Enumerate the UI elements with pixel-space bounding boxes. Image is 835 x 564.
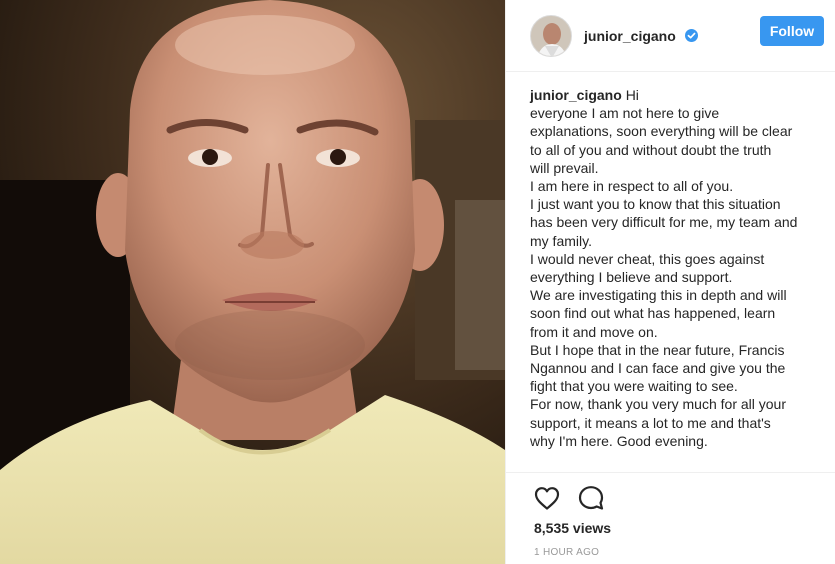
avatar[interactable] [530,14,572,57]
caption-text: For now, thank you very much for all you… [530,396,786,413]
caption-line: why I'm here. Good evening. [530,432,826,450]
caption-text: fight that you were waiting to see. [530,378,738,395]
caption-text: support, it means a lot to me and that's [530,414,771,431]
verified-badge-icon [684,28,698,42]
caption-line: I just want you to know that this situat… [530,195,826,213]
caption-line: everything I believe and support. [530,268,826,286]
video-frame-image [0,0,505,564]
caption-line: from it and move on. [530,323,826,341]
caption-line: will prevail. [530,159,826,177]
instagram-post: junior_cigano Follow junior_cigano Hi eve… [0,0,835,564]
caption-text: explanations, soon everything will be cl… [530,123,793,140]
author-username-text[interactable]: junior_cigano [584,28,676,44]
post-timestamp[interactable]: 1 HOUR AGO [534,547,599,558]
caption-line: my family. [530,232,826,250]
caption-text: But I hope that in the near future, Fran… [530,341,785,358]
caption-line: support, it means a lot to me and that's [530,414,826,432]
caption-text: We are investigating this in depth and w… [530,287,787,304]
caption-text: Ngannou and I can face and give you the [530,360,786,377]
caption-line: fight that you were waiting to see. [530,377,826,395]
caption-text: why I'm here. Good evening. [530,432,708,449]
post-caption: junior_cigano Hi everyone I am not here t… [530,86,826,450]
caption-line: I am here in respect to all of you. [530,177,826,195]
heart-icon[interactable] [532,483,562,513]
caption-line: explanations, soon everything will be cl… [530,122,826,140]
caption-text: I am here in respect to all of you. [530,178,734,195]
caption-line: We are investigating this in depth and w… [530,286,826,304]
view-count[interactable]: 8,535 views [534,520,611,536]
caption-text: will prevail. [530,159,599,176]
post-actions: 8,535 views 1 HOUR AGO [506,472,835,562]
caption-line: everyone I am not here to give [530,104,826,122]
caption-line: junior_cigano Hi [530,86,826,104]
caption-text: everyone I am not here to give [530,105,720,122]
caption-text: everything I believe and support. [530,269,733,286]
post-side-panel: junior_cigano Follow junior_cigano Hi eve… [505,0,835,564]
caption-line: For now, thank you very much for all you… [530,395,826,413]
caption-text: my family. [530,232,592,249]
comment-bubble-icon[interactable] [576,483,606,513]
caption-text: soon find out what has happened, learn [530,305,776,322]
caption-text: I just want you to know that this situat… [530,196,781,213]
post-video[interactable] [0,0,505,564]
caption-text: from it and move on. [530,323,658,340]
caption-line: I would never cheat, this goes against [530,250,826,268]
caption-line: Ngannou and I can face and give you the [530,359,826,377]
caption-username[interactable]: junior_cigano [530,87,622,103]
caption-text: Hi [625,87,639,103]
post-header: junior_cigano Follow [506,0,835,72]
caption-text: I would never cheat, this goes against [530,250,765,267]
caption-line: soon find out what has happened, learn [530,304,826,322]
caption-line: But I hope that in the near future, Fran… [530,341,826,359]
caption-text: has been very difficult for me, my team … [530,214,798,231]
follow-button[interactable]: Follow [760,16,824,46]
author-username[interactable]: junior_cigano [584,28,698,44]
caption-line: has been very difficult for me, my team … [530,213,826,231]
avatar-image [531,15,571,56]
caption-line: to all of you and without doubt the trut… [530,141,826,159]
caption-text: to all of you and without doubt the trut… [530,141,772,158]
